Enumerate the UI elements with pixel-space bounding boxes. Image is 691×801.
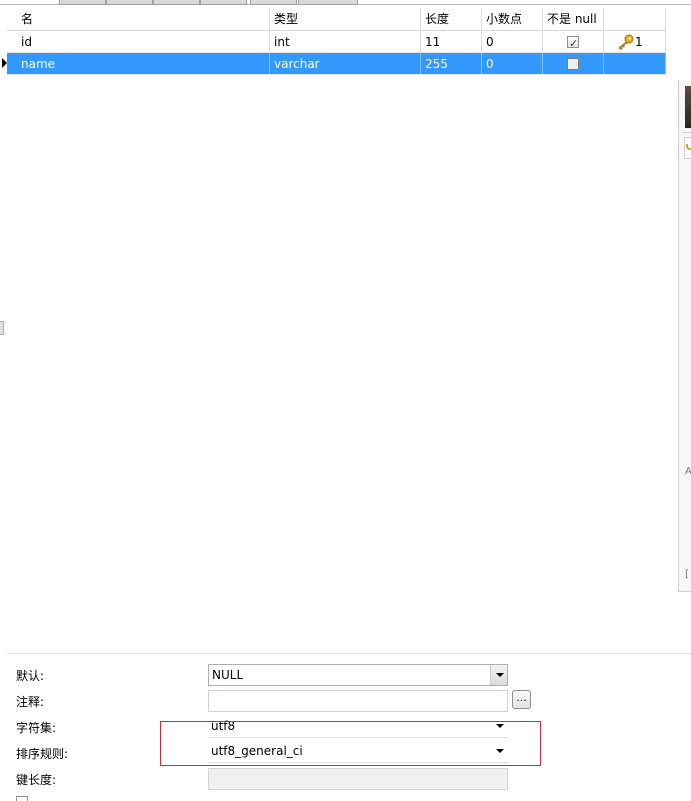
column-header-not-null[interactable]: 不是 null — [543, 8, 604, 30]
column-header-length[interactable]: 长度 — [421, 8, 482, 30]
properties-separator — [7, 653, 691, 654]
comment-edit-button[interactable]: ... — [512, 690, 531, 709]
field-type-cell[interactable]: int — [270, 31, 421, 52]
tab-2[interactable] — [106, 0, 153, 5]
collation-label: 排序规则: — [16, 747, 69, 761]
key-index: 1 — [635, 35, 643, 49]
field-length-cell[interactable]: 11 — [421, 31, 482, 52]
column-header-decimals[interactable]: 小数点 — [482, 8, 543, 30]
comment-input[interactable] — [208, 690, 508, 712]
tab-6[interactable] — [298, 0, 358, 5]
key-length-label: 键长度: — [16, 773, 57, 787]
field-decimals-cell[interactable]: 0 — [482, 53, 543, 74]
row-indicator-icon — [2, 58, 7, 68]
object-tab-strip — [0, 0, 691, 6]
side-panel-glyph-a: A — [685, 466, 691, 477]
splitter-handle[interactable] — [0, 321, 4, 335]
partial-checkbox-row — [16, 796, 76, 801]
field-key-cell[interactable]: 1 — [604, 31, 666, 52]
side-panel-glyph-b: [ — [685, 569, 689, 580]
default-combo[interactable]: NULL — [208, 664, 508, 686]
field-decimals-cell[interactable]: 0 — [482, 31, 543, 52]
tab-4[interactable] — [200, 0, 247, 5]
key-length-input — [208, 768, 508, 790]
field-type-cell[interactable]: varchar — [270, 53, 421, 74]
partial-checkbox[interactable] — [16, 796, 28, 801]
field-key-cell[interactable] — [604, 53, 666, 74]
side-panel: A [ — [678, 80, 691, 592]
tab-1[interactable] — [59, 0, 106, 5]
table-row-selected[interactable]: name varchar 255 0 — [2, 53, 666, 75]
default-label: 默认: — [16, 669, 45, 683]
comment-label: 注释: — [16, 695, 45, 709]
field-name-cell[interactable]: id — [17, 31, 270, 52]
key-icon — [618, 34, 634, 50]
column-header-type[interactable]: 类型 — [270, 8, 421, 30]
chevron-down-icon[interactable] — [490, 665, 507, 685]
grid-header: 名 类型 长度 小数点 不是 null — [7, 8, 666, 31]
charset-label: 字符集: — [16, 721, 57, 735]
field-name-cell[interactable]: name — [17, 53, 270, 74]
not-null-checkbox[interactable] — [567, 58, 579, 70]
field-not-null-cell[interactable] — [543, 31, 604, 52]
tab-5[interactable] — [250, 0, 297, 5]
annotation-highlight-box — [160, 721, 541, 766]
tab-3[interactable] — [153, 0, 200, 5]
not-null-checkbox[interactable] — [567, 33, 579, 52]
side-panel-divider — [682, 132, 691, 133]
field-not-null-cell[interactable] — [543, 53, 604, 74]
column-header-name[interactable]: 名 — [17, 8, 270, 30]
bookmark-icon — [686, 144, 691, 150]
column-header-key[interactable] — [604, 8, 666, 30]
field-length-cell[interactable]: 255 — [421, 53, 482, 74]
table-row[interactable]: id int 11 0 1 — [7, 31, 666, 53]
default-value: NULL — [212, 668, 244, 682]
preview-thumbnail — [685, 86, 691, 128]
